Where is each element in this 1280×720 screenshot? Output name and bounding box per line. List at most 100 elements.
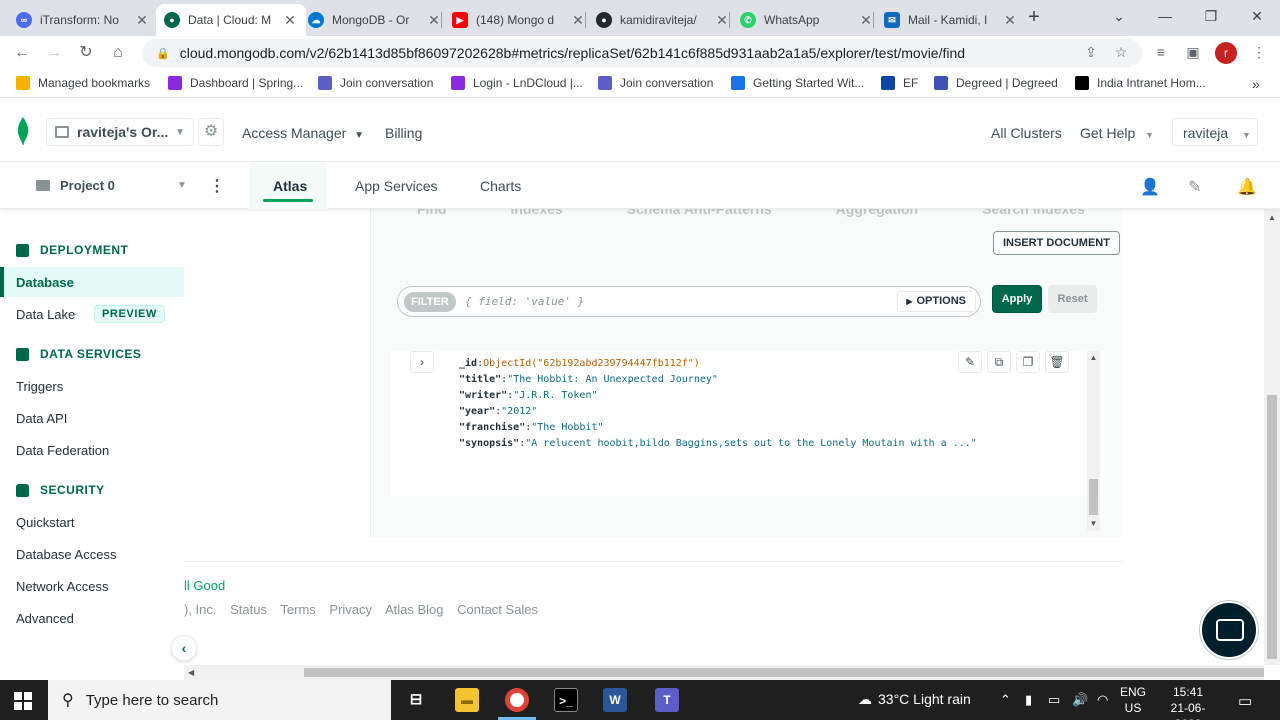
forward-button[interactable]: → (42, 41, 66, 65)
trash-icon[interactable]: 🗑 (1045, 351, 1069, 373)
share-icon[interactable]: ⇪ (1082, 44, 1100, 62)
expand-document-icon[interactable]: › (410, 351, 434, 373)
word-icon[interactable]: W (603, 688, 627, 712)
subtab-search-indexes[interactable]: Search Indexes (982, 209, 1085, 217)
all-clusters-link[interactable]: All Clusters (991, 125, 1062, 141)
chevron-down-icon[interactable]: ▼ (177, 180, 187, 191)
bookmark-item[interactable]: Join conversation (598, 76, 713, 90)
weather-widget[interactable]: ☁ 33°C Light rain (858, 691, 971, 708)
scroll-down-icon[interactable]: ▼ (1087, 519, 1100, 528)
usb-icon[interactable]: ▮ (1025, 692, 1032, 708)
reset-button[interactable]: Reset (1048, 285, 1097, 313)
options-button[interactable]: ▶ OPTIONS (897, 291, 976, 312)
tab-charts[interactable]: Charts (480, 178, 521, 194)
copy-document-icon[interactable]: ⧉ (987, 351, 1011, 373)
terminal-icon[interactable]: >_ (554, 688, 578, 712)
task-view-icon[interactable]: ⊟ (404, 688, 428, 712)
file-explorer-icon[interactable]: ▬ (455, 688, 479, 712)
more-bookmarks-icon[interactable]: » (1252, 76, 1260, 92)
subtab-indexes[interactable]: Indexes (511, 209, 563, 217)
bookmark-item[interactable]: Managed bookmarks (16, 76, 150, 90)
footer-link-contact-sales[interactable]: Contact Sales (457, 602, 538, 617)
sidebar-item-quickstart[interactable]: Quickstart (16, 515, 75, 530)
chrome-icon[interactable] (505, 688, 529, 712)
sidebar-item-database[interactable]: Database (16, 275, 74, 290)
input-language[interactable]: ENG US (1120, 684, 1146, 716)
scroll-left-icon[interactable]: ◀ (188, 668, 194, 677)
minimize-button[interactable]: — (1142, 0, 1188, 32)
user-menu[interactable]: raviteja ▼ (1172, 118, 1258, 146)
browser-tab[interactable]: ☁ MongoDB - Or ✕ (300, 4, 450, 36)
page-vertical-scrollbar[interactable]: ▲ (1264, 209, 1280, 665)
bookmark-item[interactable]: Getting Started Wit... (731, 76, 864, 90)
bookmark-star-icon[interactable]: ☆ (1112, 44, 1130, 62)
page-horizontal-scrollbar[interactable]: ◀ (184, 665, 1264, 680)
volume-icon[interactable]: 🔊 (1072, 692, 1088, 708)
browser-tab[interactable]: ▶ (148) Mongo d ✕ (444, 4, 594, 36)
windows-start-icon[interactable] (14, 692, 32, 710)
home-button[interactable]: ⌂ (106, 41, 130, 65)
subtab-aggregation[interactable]: Aggregation (836, 209, 918, 217)
bell-icon[interactable]: 🔔 (1237, 177, 1257, 197)
show-hidden-icons[interactable]: ⌃ (1000, 692, 1011, 708)
edit-pencil-icon[interactable]: ✎ (958, 351, 982, 373)
teams-icon[interactable]: T (655, 688, 679, 712)
close-tab-icon[interactable]: ✕ (282, 12, 298, 29)
sidebar-item-network-access[interactable]: Network Access (16, 579, 108, 594)
close-tab-icon[interactable]: ✕ (858, 12, 874, 29)
sidebar-item-data-lake[interactable]: Data Lake (16, 307, 75, 322)
scrollbar-thumb[interactable] (304, 668, 1264, 677)
organization-selector[interactable]: raviteja's Or... ▼ (46, 118, 194, 146)
apply-button[interactable]: Apply (992, 285, 1042, 313)
side-panel-icon[interactable]: ▣ (1184, 44, 1202, 62)
reload-button[interactable]: ↻ (74, 41, 98, 65)
browser-tab[interactable]: ∞ iTransform: No ✕ (8, 4, 158, 36)
taskbar-clock[interactable]: 15:41 21-06-2022 (1160, 684, 1216, 720)
mongodb-leaf-icon[interactable] (16, 117, 30, 145)
insert-document-button[interactable]: INSERT DOCUMENT (993, 231, 1120, 255)
scrollbar-thumb[interactable] (1089, 479, 1098, 515)
browser-tab[interactable]: ● kamidiraviteja/ ✕ (588, 4, 738, 36)
profile-avatar[interactable]: r (1215, 42, 1237, 64)
browser-tab[interactable]: ✉ Mail - Kamidi, I ✕ (876, 4, 1026, 36)
footer-link-privacy[interactable]: Privacy (329, 602, 372, 617)
collapse-sidebar-button[interactable]: ‹ (171, 635, 197, 661)
project-menu-icon[interactable]: ⋮ (209, 176, 225, 196)
close-tab-icon[interactable]: ✕ (134, 12, 150, 29)
chat-support-button[interactable] (1200, 601, 1258, 659)
documents-scrollbar[interactable]: ▲ ▼ (1087, 351, 1100, 531)
sidebar-item-advanced[interactable]: Advanced (16, 611, 74, 626)
taskbar-search[interactable]: ⚲ Type here to search (48, 680, 391, 720)
tab-atlas[interactable]: Atlas (273, 178, 307, 194)
scrollbar-thumb[interactable] (1267, 395, 1277, 659)
reading-list-icon[interactable]: ≡ (1152, 44, 1170, 62)
footer-link-terms[interactable]: Terms (280, 602, 315, 617)
close-tab-icon[interactable]: ✕ (1002, 12, 1018, 29)
close-tab-icon[interactable]: ✕ (714, 12, 730, 29)
system-status-link[interactable]: ll Good (184, 578, 225, 593)
close-tab-icon[interactable]: ✕ (426, 12, 442, 29)
bookmark-item[interactable]: India Intranet Hom... (1075, 76, 1206, 90)
address-bar[interactable]: 🔒 cloud.mongodb.com/v2/62b1413d85bf86097… (142, 39, 1142, 67)
close-tab-icon[interactable]: ✕ (570, 12, 586, 29)
footer-link-atlas-blog[interactable]: Atlas Blog (385, 602, 444, 617)
browser-tab[interactable]: ✆ WhatsApp ✕ (732, 4, 882, 36)
tab-search-icon[interactable]: ⌄ (1096, 0, 1142, 32)
restore-button[interactable]: ❐ (1188, 0, 1234, 32)
footer-link-status[interactable]: Status (230, 602, 267, 617)
tab-app-services[interactable]: App Services (355, 178, 437, 194)
project-selector[interactable]: Project 0 (36, 178, 115, 193)
subtab-schema-anti-patterns[interactable]: Schema Anti-Patterns (627, 209, 772, 217)
chrome-menu-icon[interactable]: ⋮ (1250, 44, 1268, 62)
sidebar-item-triggers[interactable]: Triggers (16, 379, 63, 394)
sidebar-item-data-api[interactable]: Data API (16, 411, 67, 426)
scroll-up-icon[interactable]: ▲ (1087, 353, 1100, 362)
wifi-icon[interactable]: ◠ (1097, 692, 1108, 708)
close-window-button[interactable]: ✕ (1234, 0, 1280, 32)
sidebar-item-data-federation[interactable]: Data Federation (16, 443, 109, 458)
bookmark-item[interactable]: Login - LnDCloud |... (451, 76, 583, 90)
org-settings-gear-icon[interactable]: ⚙ (198, 118, 224, 146)
bookmark-item[interactable]: EF (881, 76, 918, 90)
bookmark-item[interactable]: Dashboard | Spring... (168, 76, 303, 90)
invite-user-icon[interactable]: 👤 (1140, 177, 1160, 197)
